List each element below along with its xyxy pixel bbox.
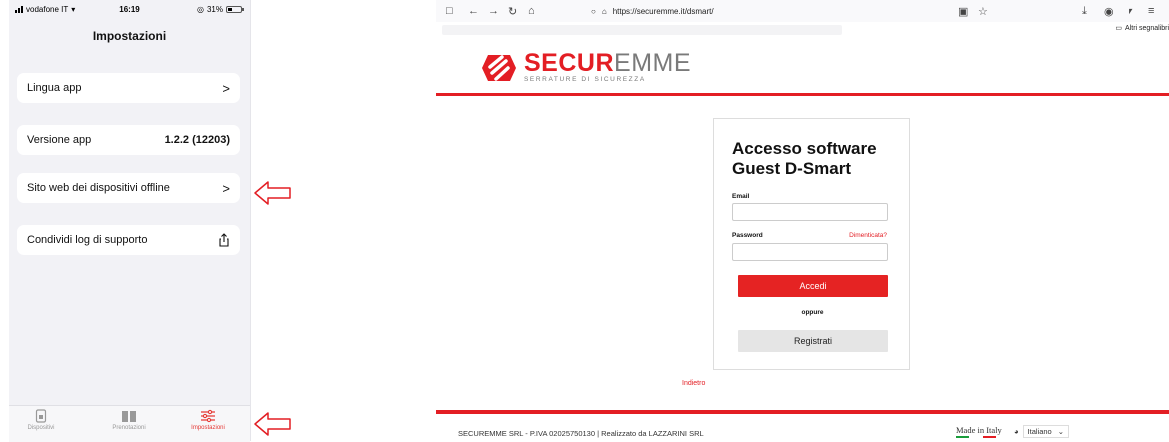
- download-icon[interactable]: ⤓: [1082, 4, 1087, 18]
- lock-icon: [35, 409, 47, 423]
- row-label: Sito web dei dispositivi offline: [27, 182, 170, 194]
- settings-row-version: Versione app 1.2.2 (12203): [17, 125, 240, 155]
- back-link[interactable]: Indietro: [682, 380, 705, 387]
- bookmark-star-icon[interactable]: ☆: [978, 4, 988, 18]
- settings-row-offline-website[interactable]: Sito web dei dispositivi offline >: [17, 173, 240, 203]
- browser-toolbar: □ ← → ↻ ⌂ ○ ⌂ https://securemme.it/dsmar…: [436, 0, 1169, 22]
- securemme-logo[interactable]: SECUREMME SERRATURE DI SICUREZZA: [480, 49, 692, 84]
- header-divider: [436, 93, 1169, 96]
- bookmarks-bar: ▭ Altri segnalibri: [436, 22, 1169, 38]
- logo-word-red: SECUR: [524, 49, 615, 77]
- home-icon[interactable]: ⌂: [528, 4, 535, 18]
- password-label: Password: [732, 232, 763, 239]
- chevron-right-icon: >: [222, 80, 230, 96]
- tab-label: Prenotazioni: [112, 425, 146, 431]
- back-icon[interactable]: ←: [468, 4, 479, 18]
- menu-icon[interactable]: ≡: [1148, 4, 1154, 18]
- forgot-password-link[interactable]: Dimenticata?: [849, 232, 887, 239]
- login-button[interactable]: Accedi: [738, 275, 888, 297]
- address-bar[interactable]: ○ ⌂ https://securemme.it/dsmart/: [591, 4, 714, 18]
- site-footer: SECUREMME SRL - P.IVA 02025750130 | Real…: [436, 414, 1169, 441]
- language-value: Italiano: [1027, 427, 1052, 436]
- register-button[interactable]: Registrati: [738, 330, 888, 352]
- tab-devices[interactable]: Dispositivi: [11, 409, 71, 431]
- tab-label: Impostazioni: [191, 425, 225, 431]
- share-icon: [219, 233, 229, 247]
- battery-percent: 31%: [206, 5, 223, 14]
- footer-text: SECUREMME SRL - P.IVA 02025750130 | Real…: [458, 429, 704, 438]
- settings-row-language[interactable]: Lingua app >: [17, 73, 240, 103]
- version-value: 1.2.2 (12203): [164, 134, 230, 146]
- url-text: https://securemme.it/dsmart/: [612, 6, 714, 16]
- settings-row-share-log[interactable]: Condividi log di supporto: [17, 225, 240, 255]
- lock-icon: ⌂: [601, 6, 607, 16]
- login-title-line1: Accesso software: [732, 139, 877, 158]
- tab-label: Dispositivi: [27, 425, 55, 431]
- status-bar: vodafone IT ▾ 16:19 ◎ 31%: [9, 0, 250, 20]
- chevron-right-icon: >: [222, 180, 230, 196]
- logo-word-grey: EMME: [614, 49, 692, 77]
- account-icon[interactable]: ◉: [1104, 4, 1114, 18]
- alarm-icon: ◎: [197, 5, 204, 14]
- logo-tagline: SERRATURE DI SICUREZZA: [524, 76, 646, 83]
- italian-flag-icon: [956, 436, 996, 438]
- status-battery: ◎ 31%: [197, 5, 244, 14]
- page-title: Impostazioni: [92, 29, 167, 43]
- sidebar-icon[interactable]: □: [446, 4, 453, 18]
- other-bookmarks[interactable]: ▭ Altri segnalibri: [1115, 24, 1169, 33]
- reader-view-icon[interactable]: ▣: [958, 4, 968, 18]
- row-label: Versione app: [27, 134, 92, 146]
- logo-mark-icon: [482, 54, 516, 81]
- language-selector[interactable]: ◕ Italiano ⌄: [1014, 425, 1070, 438]
- chevron-down-icon: ⌄: [1057, 427, 1065, 436]
- made-in-italy-badge: Made in Italy: [956, 425, 1002, 438]
- sliders-icon: [201, 409, 215, 423]
- annotation-arrow-icon: [254, 181, 291, 205]
- forward-icon[interactable]: →: [488, 4, 499, 18]
- battery-icon: [226, 6, 244, 13]
- language-dropdown[interactable]: Italiano ⌄: [1022, 425, 1070, 438]
- browser-window: □ ← → ↻ ⌂ ○ ⌂ https://securemme.it/dsmar…: [436, 0, 1169, 441]
- other-bookmarks-label: Altri segnalibri: [1125, 24, 1169, 32]
- email-field[interactable]: [732, 203, 888, 221]
- login-title-line2: Guest D-Smart: [732, 159, 852, 178]
- login-card: Accesso software Guest D-Smart Email Pas…: [713, 118, 910, 370]
- row-label: Lingua app: [27, 82, 82, 94]
- reload-icon[interactable]: ↻: [508, 4, 517, 18]
- logo-word: SECUREMME: [524, 49, 692, 77]
- tab-bookings[interactable]: Prenotazioni: [99, 409, 159, 431]
- bookmarks-strip: [442, 25, 842, 35]
- shield-icon: ○: [591, 6, 596, 16]
- email-label: Email: [732, 193, 750, 200]
- logo-text: SECUREMME SERRATURE DI SICUREZZA: [524, 49, 692, 84]
- globe-icon: ◕: [1014, 427, 1019, 436]
- book-icon: [122, 411, 136, 422]
- or-separator: oppure: [801, 309, 824, 316]
- annotation-arrow-icon: [254, 412, 291, 436]
- site-header: SECUREMME SERRATURE DI SICUREZZA: [436, 38, 1169, 94]
- folder-icon: ▭: [1115, 25, 1123, 32]
- tab-settings[interactable]: Impostazioni: [178, 409, 238, 431]
- login-title: Accesso software Guest D-Smart: [732, 139, 877, 179]
- row-label: Condividi log di supporto: [27, 234, 148, 246]
- phone-screen: vodafone IT ▾ 16:19 ◎ 31% Impostazioni L…: [9, 0, 251, 442]
- password-field[interactable]: [732, 243, 888, 261]
- tab-bar: Dispositivi Prenotazioni Impostazioni: [9, 405, 250, 442]
- extensions-icon[interactable]: ⎖: [1126, 4, 1135, 18]
- made-in-label: Made in Italy: [956, 425, 1002, 435]
